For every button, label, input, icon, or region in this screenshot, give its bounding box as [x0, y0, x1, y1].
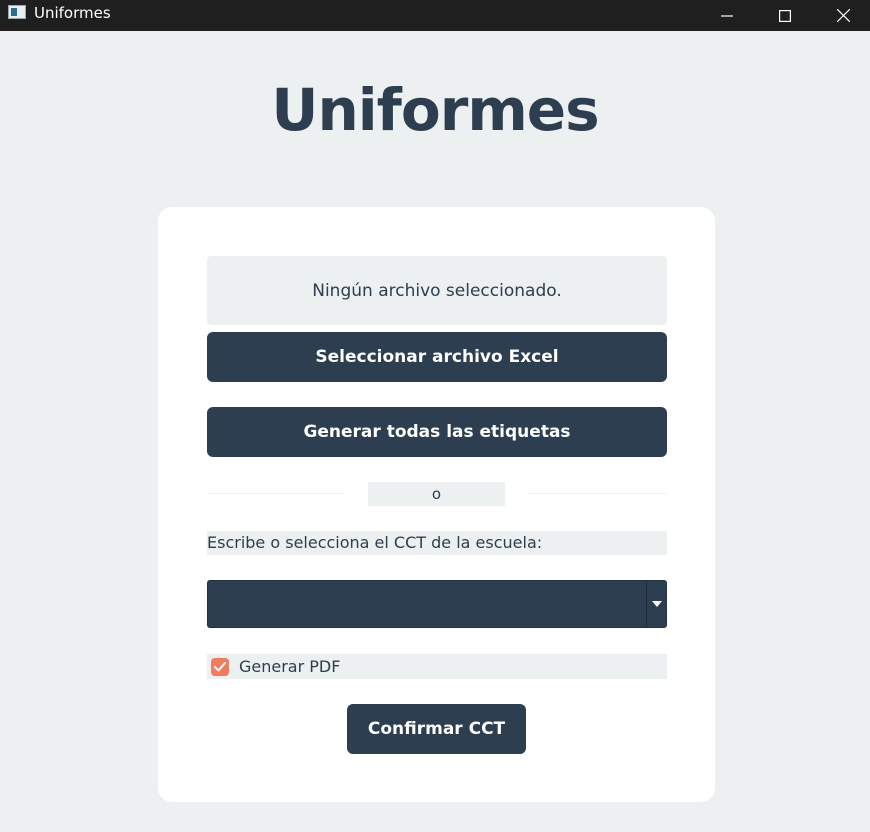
minimize-icon: [721, 14, 733, 17]
divider-right: [529, 493, 667, 494]
divider-or-label: o: [368, 482, 505, 506]
maximize-button[interactable]: [756, 0, 814, 31]
confirm-cct-button[interactable]: Confirmar CCT: [347, 704, 526, 754]
window-title: Uniformes: [34, 4, 111, 22]
generate-pdf-checkbox[interactable]: [211, 657, 229, 676]
close-button[interactable]: [814, 0, 870, 31]
maximize-icon: [779, 9, 791, 22]
divider-left: [207, 493, 343, 494]
close-icon: [836, 9, 850, 22]
window-title-bar[interactable]: Uniformes: [0, 0, 870, 31]
page-title: Uniformes: [271, 76, 599, 144]
minimize-button[interactable]: [698, 0, 756, 31]
generate-pdf-label: Generar PDF: [239, 657, 341, 676]
cct-dropdown-button[interactable]: [646, 581, 666, 627]
cct-label: Escribe o selecciona el CCT de la escuel…: [207, 531, 667, 555]
cct-input[interactable]: [208, 581, 646, 627]
select-excel-button[interactable]: Seleccionar archivo Excel: [207, 332, 667, 382]
generate-pdf-row[interactable]: Generar PDF: [207, 654, 667, 679]
cct-combobox[interactable]: [207, 580, 667, 628]
checkmark-icon: [214, 661, 226, 671]
file-status-label: Ningún archivo seleccionado.: [207, 256, 667, 325]
chevron-down-icon: [651, 601, 662, 607]
generate-all-labels-button[interactable]: Generar todas las etiquetas: [207, 407, 667, 457]
app-window-icon: [8, 5, 26, 19]
